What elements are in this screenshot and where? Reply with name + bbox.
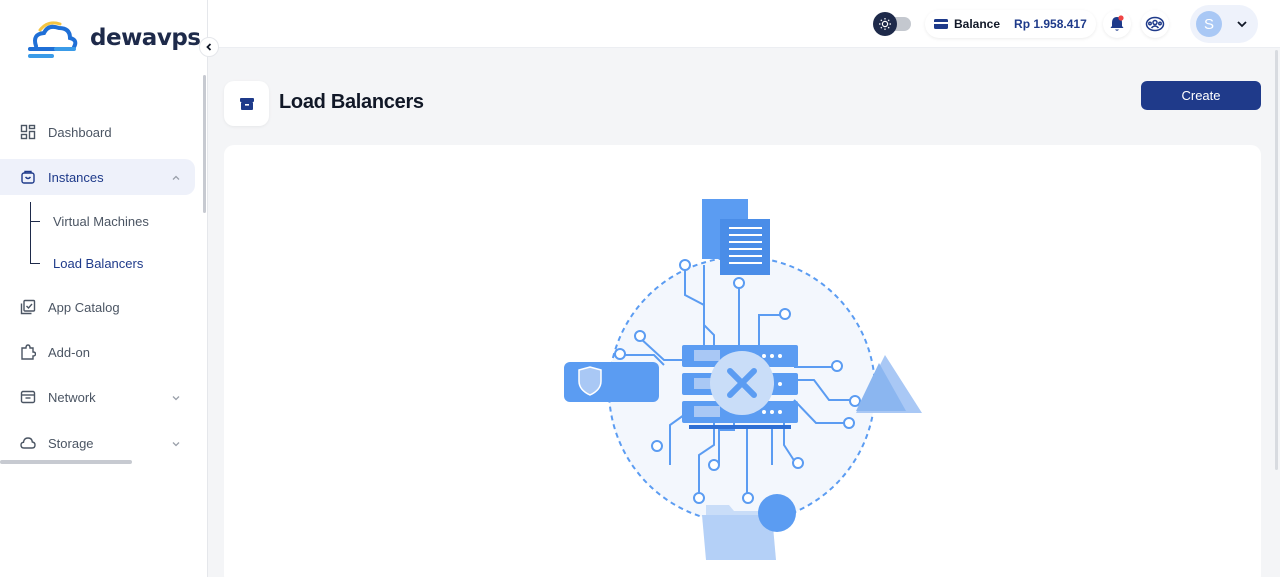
support-team-icon xyxy=(1145,16,1165,32)
archive-box-icon xyxy=(239,97,254,110)
wallet-icon xyxy=(934,19,948,29)
page-title-icon-box xyxy=(224,81,269,126)
sidebar-item-add-on[interactable]: Add-on xyxy=(0,334,195,370)
empty-state-card xyxy=(224,145,1261,577)
load-balancer-illustration xyxy=(564,199,922,560)
network-icon xyxy=(20,389,36,405)
instances-icon xyxy=(20,169,36,185)
shield-card-icon xyxy=(564,362,659,402)
support-button[interactable] xyxy=(1141,10,1169,38)
sidebar-item-label: Storage xyxy=(48,435,94,451)
cloud-icon xyxy=(20,435,36,451)
chevron-down-icon xyxy=(1237,21,1247,28)
sidebar-item-label: Instances xyxy=(48,169,104,185)
balance-label: Balance xyxy=(954,17,1001,31)
sidebar-item-label: Add-on xyxy=(48,344,90,360)
sidebar-subitem-load-balancers[interactable]: Load Balancers xyxy=(53,256,143,271)
brand-logo[interactable]: dewavps xyxy=(26,16,201,60)
brand-name: dewavps xyxy=(90,25,201,51)
sidebar-collapse-button[interactable] xyxy=(199,37,219,57)
sidebar-item-label: App Catalog xyxy=(48,299,120,315)
sidebar-item-instances[interactable]: Instances xyxy=(0,159,195,195)
sidebar-scrollbar[interactable] xyxy=(203,75,206,213)
sidebar-item-dashboard[interactable]: Dashboard xyxy=(0,114,195,150)
sidebar-item-label: Network xyxy=(48,389,96,405)
dashboard-icon xyxy=(20,124,36,140)
chevron-left-icon xyxy=(206,43,212,51)
sidebar: dewavps Dashboard Instances Virtual Mach… xyxy=(0,0,208,577)
sidebar-item-label: Dashboard xyxy=(48,124,112,140)
submenu-tree-line xyxy=(30,202,31,264)
bell-icon xyxy=(1110,15,1124,31)
chevron-up-icon xyxy=(171,171,181,186)
avatar: S xyxy=(1196,11,1222,37)
balance-display[interactable]: Balance Rp 1.958.417 xyxy=(925,10,1096,38)
page-title: Load Balancers xyxy=(279,91,424,113)
cloud-logo-icon xyxy=(28,21,78,58)
app-catalog-icon xyxy=(20,299,36,315)
user-menu[interactable]: S xyxy=(1190,5,1258,43)
sidebar-subitem-virtual-machines[interactable]: Virtual Machines xyxy=(53,214,149,229)
sidebar-item-network[interactable]: Network xyxy=(0,379,195,415)
main-scrollbar[interactable] xyxy=(1275,50,1278,470)
chevron-down-icon xyxy=(171,437,181,452)
sidebar-item-app-catalog[interactable]: App Catalog xyxy=(0,289,195,325)
submenu-tree-tick xyxy=(30,263,40,264)
server-stack-icon xyxy=(682,345,798,429)
sidebar-item-storage[interactable]: Storage xyxy=(0,425,195,461)
balance-amount: Rp 1.958.417 xyxy=(1014,17,1087,31)
puzzle-icon xyxy=(20,344,36,360)
create-button[interactable]: Create xyxy=(1141,81,1261,110)
notification-button[interactable] xyxy=(1103,10,1131,38)
sun-icon xyxy=(873,12,897,36)
top-bar: Balance Rp 1.958.417 S xyxy=(208,0,1280,48)
submenu-tree-tick xyxy=(30,221,40,222)
chevron-down-icon xyxy=(171,391,181,406)
theme-toggle[interactable] xyxy=(873,12,913,36)
